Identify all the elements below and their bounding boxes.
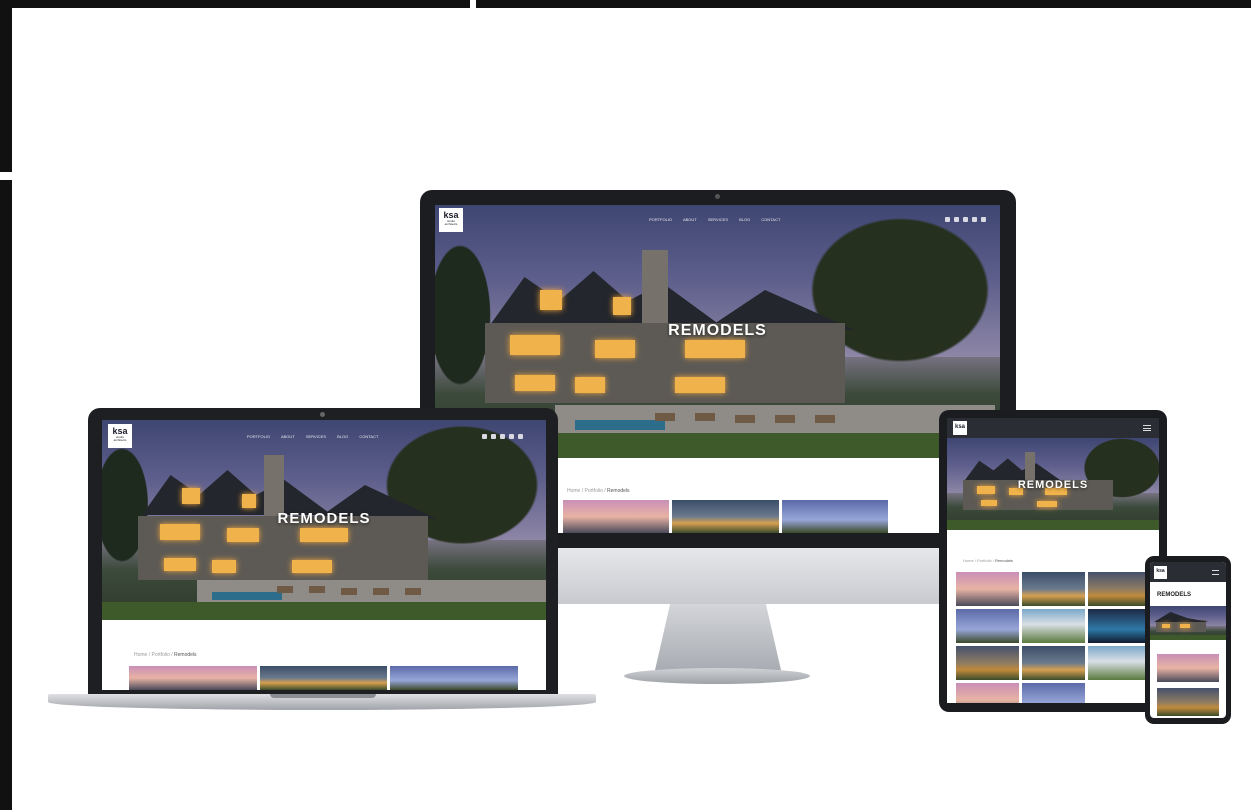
phone-page-title: REMODELS (1157, 592, 1192, 598)
twitter-icon[interactable] (491, 434, 496, 439)
desktop-camera (715, 194, 720, 199)
laptop-notch (270, 694, 376, 698)
laptop-logo[interactable]: ksa studio architects (108, 424, 132, 448)
tablet-menu-icon[interactable] (1143, 425, 1151, 431)
tablet-screen: ksa REMODELS Home / Portfolio / Remodels (947, 418, 1159, 703)
pinterest-icon[interactable] (972, 217, 977, 222)
breadcrumb-portfolio[interactable]: Portfolio (977, 558, 992, 563)
breadcrumb-current: Remodels (995, 558, 1014, 563)
instagram-icon[interactable] (500, 434, 505, 439)
nav-services[interactable]: SERVICES (306, 434, 326, 439)
tablet-header (947, 418, 1159, 438)
project-thumb[interactable] (781, 500, 888, 533)
laptop-nav: PORTFOLIO ABOUT SERVICES BLOG CONTACT (247, 434, 388, 439)
desktop-logo[interactable]: ksa studio architects (439, 208, 463, 232)
project-thumb[interactable] (1088, 572, 1151, 606)
project-thumb[interactable] (390, 666, 519, 690)
twitter-icon[interactable] (954, 217, 959, 222)
project-thumb[interactable] (1022, 646, 1085, 680)
project-thumb[interactable] (956, 572, 1019, 606)
breadcrumb-home[interactable]: Home (134, 652, 147, 658)
project-thumb[interactable] (1022, 609, 1085, 643)
project-thumb[interactable] (1022, 572, 1085, 606)
desktop-thumbs (563, 500, 888, 533)
facebook-icon[interactable] (945, 217, 950, 222)
tablet-gallery (956, 572, 1151, 703)
breadcrumb-portfolio[interactable]: Portfolio (585, 488, 603, 494)
nav-blog[interactable]: BLOG (739, 217, 750, 222)
desktop-breadcrumb: Home / Portfolio / Remodels (567, 488, 630, 494)
project-thumb[interactable] (1022, 683, 1085, 703)
project-thumb[interactable] (672, 500, 779, 533)
project-thumb[interactable] (956, 646, 1019, 680)
laptop-screen: ksa studio architects PORTFOLIO ABOUT SE… (102, 420, 546, 690)
project-thumb[interactable] (1088, 609, 1151, 643)
breadcrumb-current: Remodels (174, 652, 197, 658)
project-thumb[interactable] (1157, 688, 1219, 716)
laptop-camera (320, 412, 325, 417)
frame-top-bar (0, 0, 1251, 8)
desktop-stand-neck (655, 604, 781, 670)
tablet-logo[interactable]: ksa (953, 421, 967, 435)
desktop-social-icons (945, 217, 986, 222)
project-thumb[interactable] (1088, 646, 1151, 680)
nav-contact[interactable]: CONTACT (359, 434, 378, 439)
nav-portfolio[interactable]: PORTFOLIO (649, 217, 672, 222)
frame-left-gap (0, 172, 12, 180)
frame-top-notch (470, 0, 476, 8)
project-thumb[interactable] (129, 666, 257, 690)
project-thumb[interactable] (563, 500, 670, 533)
phone-screen: ksa REMODELS (1150, 562, 1226, 718)
tablet-breadcrumb: Home / Portfolio / Remodels (963, 558, 1014, 563)
pinterest-icon[interactable] (509, 434, 514, 439)
project-thumb[interactable] (1157, 654, 1219, 682)
nav-contact[interactable]: CONTACT (761, 217, 780, 222)
laptop-breadcrumb: Home / Portfolio / Remodels (134, 652, 197, 658)
breadcrumb-home[interactable]: Home (963, 558, 974, 563)
desktop-hero-title: REMODELS (668, 322, 767, 339)
tablet-hero-title: REMODELS (1017, 479, 1089, 491)
nav-services[interactable]: SERVICES (708, 217, 728, 222)
desktop-stand-base (624, 668, 810, 684)
instagram-icon[interactable] (963, 217, 968, 222)
nav-about[interactable]: ABOUT (683, 217, 697, 222)
project-thumb[interactable] (956, 609, 1019, 643)
facebook-icon[interactable] (482, 434, 487, 439)
laptop-social-icons (482, 434, 523, 439)
breadcrumb-home[interactable]: Home (567, 488, 580, 494)
breadcrumb-portfolio[interactable]: Portfolio (152, 652, 170, 658)
desktop-nav: PORTFOLIO ABOUT SERVICES BLOG CONTACT (649, 217, 790, 222)
nav-portfolio[interactable]: PORTFOLIO (247, 434, 270, 439)
linkedin-icon[interactable] (981, 217, 986, 222)
breadcrumb-current: Remodels (607, 488, 630, 494)
phone-menu-icon[interactable] (1212, 570, 1219, 575)
frame-left-bar (0, 0, 12, 810)
nav-blog[interactable]: BLOG (337, 434, 348, 439)
phone-logo[interactable]: ksa (1154, 566, 1167, 579)
project-thumb[interactable] (259, 666, 388, 690)
linkedin-icon[interactable] (518, 434, 523, 439)
nav-about[interactable]: ABOUT (281, 434, 295, 439)
project-thumb[interactable] (956, 683, 1019, 703)
phone-hero-image (1150, 606, 1226, 640)
laptop-hero-title: REMODELS (277, 510, 371, 527)
laptop-thumbs (129, 666, 519, 690)
